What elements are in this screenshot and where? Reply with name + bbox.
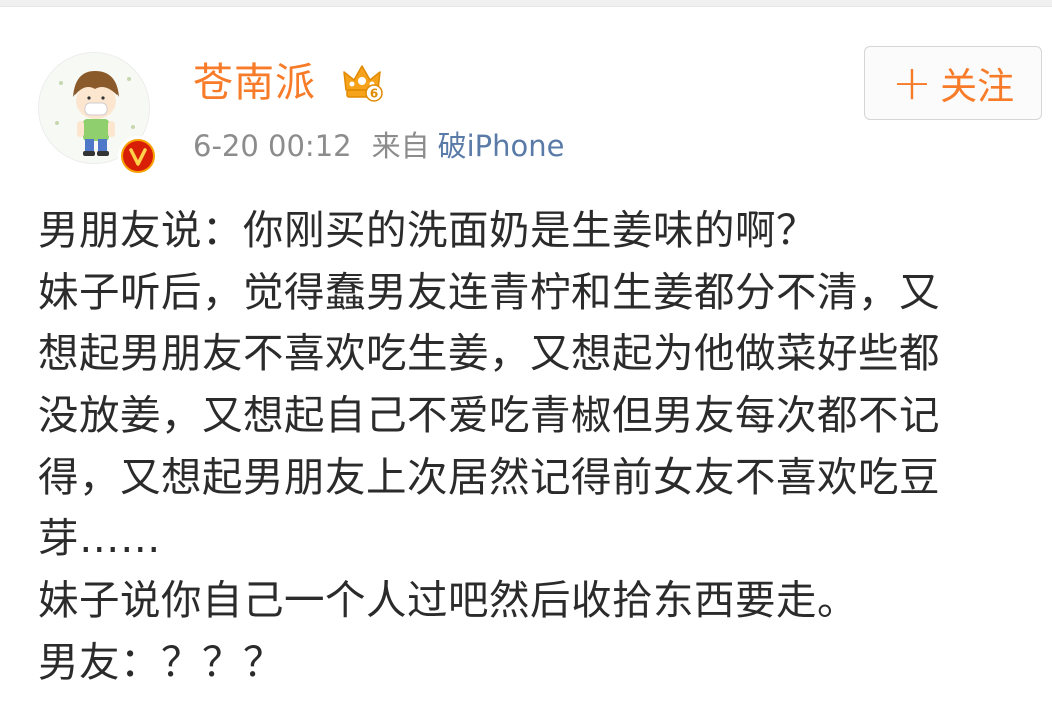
post-content: 男朋友说：你刚买的洗面奶是生姜味的啊？ 妹子听后，觉得蠢男友连青柠和生姜都分不清… [38, 200, 1038, 694]
author-name[interactable]: 苍南派 [193, 59, 316, 107]
crown-vip-icon[interactable]: 6 [340, 60, 384, 104]
vip-level: 6 [370, 87, 378, 101]
post-text-line: 妹子说你自己一个人过吧然后收拾东西要走。 [38, 576, 858, 625]
post-text-line: 妹子听后，觉得蠢男友连青柠和生姜都分不清，又 [38, 267, 940, 316]
post-text-line: 没放姜，又想起自己不爱吃青椒但男友每次都不记 [38, 391, 940, 440]
plus-icon: + [891, 55, 933, 111]
source-prefix: 来自 [371, 129, 430, 163]
top-divider [0, 0, 1052, 7]
verified-v-badge-icon [118, 136, 158, 176]
post-text-line: 想起男朋友不喜欢吃生姜，又想起为他做菜好些都 [38, 329, 940, 378]
post-text-line: 男朋友说：你刚买的洗面奶是生姜味的啊？ [38, 206, 817, 254]
follow-label: 关注 [940, 65, 1015, 108]
post-time: 6-20 00:12 [193, 129, 352, 163]
post-meta: 6-20 00:12 来自 破iPhone [193, 126, 565, 166]
post-text-line: 男友：？？？ [38, 637, 284, 686]
source-link[interactable]: 破iPhone [438, 129, 565, 163]
follow-button[interactable]: + 关注 [864, 46, 1042, 120]
post-text-line: 芽…… [38, 514, 161, 563]
post-text-line: 得，又想起男朋友上次居然记得前女友不喜欢吃豆 [38, 452, 940, 501]
